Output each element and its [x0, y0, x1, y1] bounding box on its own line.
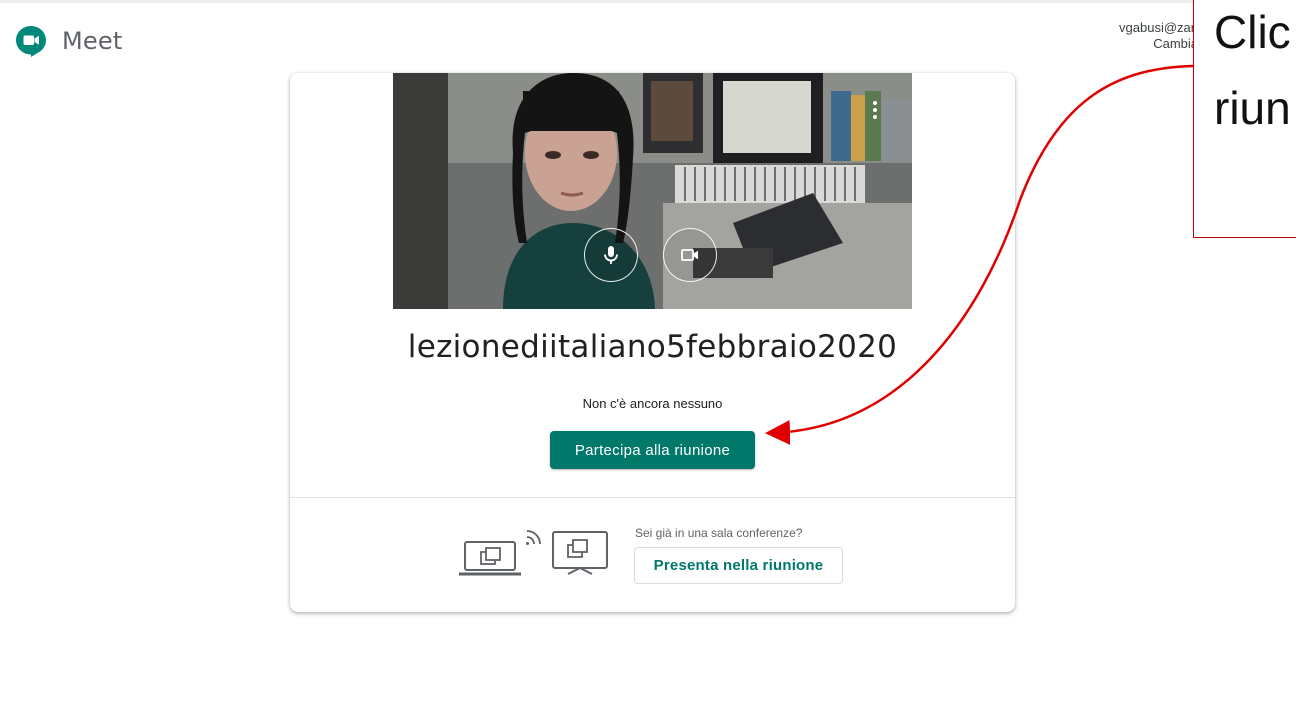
camera-icon: [681, 249, 698, 261]
camera-preview-image: [393, 73, 912, 309]
microphone-toggle-button[interactable]: [584, 228, 638, 282]
participants-status: Non c'è ancora nessuno: [582, 396, 723, 411]
cast-to-screen-icon: [459, 530, 608, 576]
present-in-meeting-button[interactable]: Presenta nella riunione: [634, 547, 843, 584]
more-vert-icon[interactable]: [865, 97, 885, 123]
meeting-code-title: lezionediitaliano5febbraio2020: [407, 329, 898, 365]
annotation-line-1: Clic: [1214, 6, 1291, 58]
video-preview: [393, 73, 912, 309]
microphone-icon: [604, 246, 618, 264]
annotation-callout: Clic riun: [1193, 0, 1296, 238]
meet-logo-icon: [16, 26, 46, 57]
card-divider: [290, 497, 1015, 498]
meeting-card: lezionediitaliano5febbraio2020 Non c'è a…: [290, 73, 1015, 612]
switch-account-link[interactable]: Cambia: [1108, 36, 1198, 52]
camera-toggle-button[interactable]: [663, 228, 717, 282]
app-name: Meet: [62, 27, 123, 55]
join-meeting-button[interactable]: Partecipa alla riunione: [550, 431, 755, 469]
account-info[interactable]: vgabusi@zan Cambia: [1108, 20, 1198, 52]
top-border: [0, 0, 1296, 3]
account-email: vgabusi@zan: [1119, 20, 1198, 35]
app-brand[interactable]: Meet: [14, 24, 122, 58]
conference-room-question: Sei già in una sala conferenze?: [635, 526, 803, 540]
annotation-line-2: riun: [1214, 82, 1291, 134]
